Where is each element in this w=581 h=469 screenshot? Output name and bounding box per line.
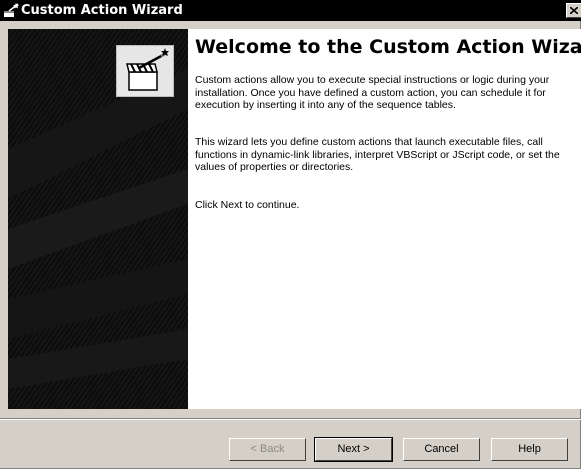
clapperboard-wand-icon: [116, 45, 174, 97]
window-title: Custom Action Wizard: [21, 3, 183, 18]
description-paragraph: This wizard lets you define custom actio…: [195, 136, 560, 173]
close-icon: [570, 7, 578, 14]
content-panel: Welcome to the Custom Action Wizard Cust…: [188, 29, 581, 409]
intro-paragraph: Custom actions allow you to execute spec…: [195, 74, 550, 111]
page-title: Welcome to the Custom Action Wizard: [195, 36, 581, 58]
help-button[interactable]: Help: [491, 438, 568, 461]
cancel-button[interactable]: Cancel: [403, 438, 480, 461]
instruction-paragraph: Click Next to continue.: [195, 199, 300, 211]
next-button[interactable]: Next >: [314, 437, 393, 462]
wizard-wand-icon: [3, 2, 20, 19]
title-bar[interactable]: Custom Action Wizard: [0, 0, 581, 21]
back-button[interactable]: < Back: [229, 438, 306, 461]
custom-action-wizard-window: Custom Action Wizard Welcome to the Cust…: [0, 0, 581, 469]
wizard-banner: [8, 29, 188, 409]
close-button[interactable]: [566, 3, 581, 18]
footer-divider-highlight: [0, 419, 581, 420]
